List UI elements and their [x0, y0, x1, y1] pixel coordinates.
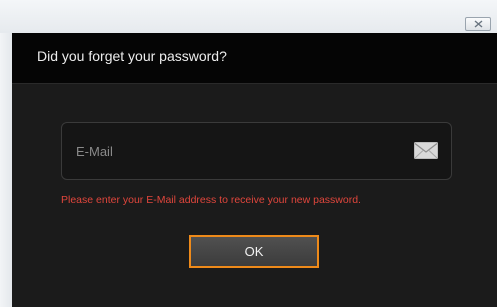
dialog-title: Did you forget your password? — [37, 48, 227, 64]
window-title-bar — [0, 0, 497, 33]
forgot-password-dialog: Did you forget your password? Please ent… — [12, 33, 497, 307]
password-recovery-window: Did you forget your password? Please ent… — [0, 0, 497, 307]
dialog-header: Did you forget your password? — [12, 33, 497, 84]
email-field[interactable] — [61, 122, 452, 180]
window-frame — [0, 33, 12, 307]
envelope-icon — [414, 142, 438, 159]
close-button[interactable] — [465, 17, 491, 31]
email-input[interactable] — [76, 140, 396, 162]
close-icon — [474, 20, 483, 28]
ok-button[interactable]: OK — [189, 235, 319, 268]
email-hint: Please enter your E-Mail address to rece… — [61, 194, 361, 206]
